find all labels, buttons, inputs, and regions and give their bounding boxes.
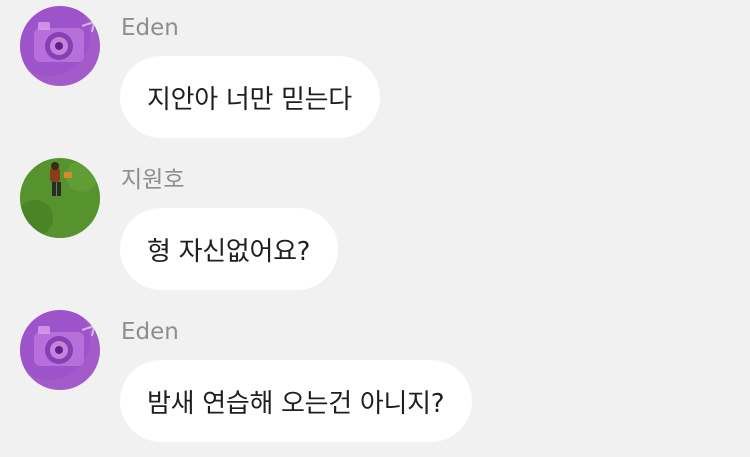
sender-name: Eden — [121, 15, 179, 41]
grass-photo — [20, 158, 100, 238]
message-row: Eden 밤새 연습해 오는건 아니지? — [0, 304, 750, 444]
avatar[interactable] — [20, 158, 100, 238]
camera-icon — [20, 6, 100, 86]
message-bubble[interactable]: 밤새 연습해 오는건 아니지? — [120, 360, 473, 442]
message-row: 지원호 형 자신없어요? — [0, 152, 750, 292]
chat-thread: Eden 지안아 너만 믿는다 지원호 형 자신없어요? Eden 밤새 연습해… — [0, 0, 750, 457]
message-bubble[interactable]: 지안아 너만 믿는다 — [120, 56, 380, 138]
avatar[interactable] — [20, 310, 100, 390]
camera-icon — [20, 310, 100, 390]
sender-name: Eden — [121, 319, 179, 345]
message-bubble[interactable]: 형 자신없어요? — [120, 208, 339, 290]
message-row: Eden 지안아 너만 믿는다 — [0, 0, 750, 140]
avatar[interactable] — [20, 6, 100, 86]
sender-name: 지원호 — [121, 167, 185, 193]
